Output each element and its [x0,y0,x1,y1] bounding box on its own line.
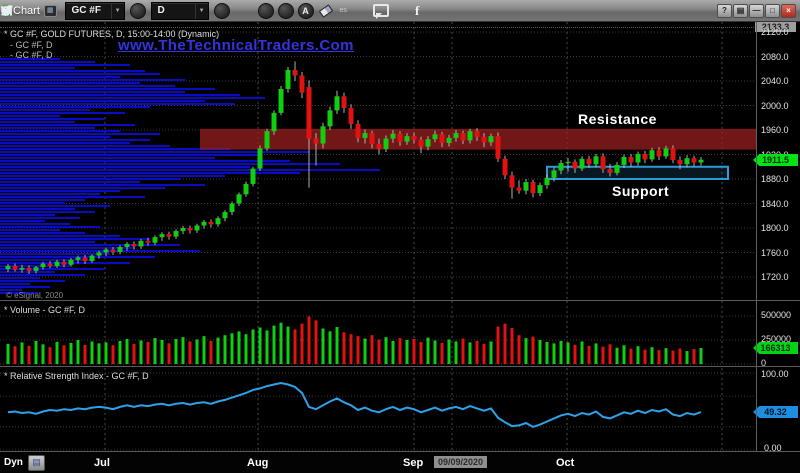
month-label: Aug [247,457,268,469]
symbol-dropdown[interactable]: GC #F ▼ [65,2,125,20]
draw-pencil-icon[interactable] [238,3,254,19]
month-label: Jul [94,457,110,469]
esignal-copyright: © eSignal, 2020 [6,291,63,300]
chevron-down-icon: ▼ [195,3,208,19]
last-volume-badge: 166313 [753,342,798,354]
watermark-link[interactable]: www.TheTechnicalTraders.Com [118,37,354,54]
twitter-icon[interactable] [393,3,409,19]
price-tick-label: 1720.0 [761,272,789,282]
resistance-label: Resistance [578,111,657,127]
dyn-mode-label: Dyn [4,457,23,468]
minimize-button[interactable]: — [749,4,764,18]
dyn-page-icon[interactable]: ▤ [28,455,45,471]
eraser-icon[interactable] [318,3,334,19]
support-label: Support [612,183,669,199]
month-label: Oct [556,457,574,469]
price-tick-label: 1840.0 [761,199,789,209]
symbol-value: GC #F [66,5,111,16]
volume-tick-label: 500000 [761,310,791,320]
rsi-top-tick: 100.00 [761,369,789,379]
last-price-badge: 1911.5 [753,154,798,166]
chevron-down-icon: ▼ [111,3,124,19]
line-tools-icon[interactable] [258,3,274,19]
price-tick-label: 2040.0 [761,76,789,86]
price-tick-label: 1960.0 [761,125,789,135]
volume-profile-bars [0,58,380,294]
close-button[interactable]: × [781,4,796,18]
interval-dropdown[interactable]: D ▼ [151,2,209,20]
maximize-button[interactable]: □ [765,4,780,18]
price-axis[interactable]: 2120.02080.02040.02000.01960.01920.01880… [757,22,800,452]
volume-axis[interactable]: 5000002500000 [757,301,800,367]
rsi-line [8,383,701,427]
volume-panel-label: * Volume - GC #F, D [4,305,85,315]
month-label: Sep [403,457,423,469]
volume-panel-canvas[interactable] [0,301,756,366]
date-cursor-badge: 09/09/2020 [434,456,487,468]
chart-type-badge-icon: ▦ [44,5,57,17]
window-controls: ? ▤ — □ × [717,4,798,18]
last-rsi-badge: 49.32 [753,406,798,418]
panel-divider[interactable] [0,300,800,301]
time-interval-clock-icon[interactable] [214,3,230,19]
rsi-panel-label: * Relative Strength Index - GC #F, D [4,371,149,381]
panels-button[interactable]: ▤ [733,4,748,18]
price-tick-label: 1800.0 [761,223,789,233]
chart-legend-line2: - GC #F, D [10,40,53,50]
price-tick-label: 1760.0 [761,248,789,258]
time-axis-bar[interactable]: Dyn ▤ Jul Aug Sep Oct 09/09/2020 [0,452,800,473]
studies-settings-icon[interactable] [353,3,369,19]
annotation-text-icon[interactable]: A [298,3,314,19]
facebook-icon[interactable]: f [415,3,419,19]
price-tick-label: 2120.0 [761,27,789,37]
help-button[interactable]: ? [717,4,732,18]
price-tick-label: 2080.0 [761,52,789,62]
interval-value: D [152,5,195,16]
window-title: Chart [13,5,40,17]
titlebar: Chart ▦ GC #F ▼ D ▼ A es [0,0,800,22]
main-price-chart-canvas[interactable] [0,22,756,301]
panel-divider[interactable] [0,366,800,367]
symbol-lookup-icon[interactable] [130,3,146,19]
chart-legend-line3: - GC #F, D [10,50,53,60]
replay-play-icon[interactable] [278,3,294,19]
price-tick-label: 2000.0 [761,101,789,111]
esignal-mini-logo: es [340,7,347,14]
price-tick-label: 1880.0 [761,174,789,184]
chart-window: Chart ▦ GC #F ▼ D ▼ A es [0,0,800,473]
axis-divider [756,22,757,452]
chat-icon[interactable] [373,3,389,19]
